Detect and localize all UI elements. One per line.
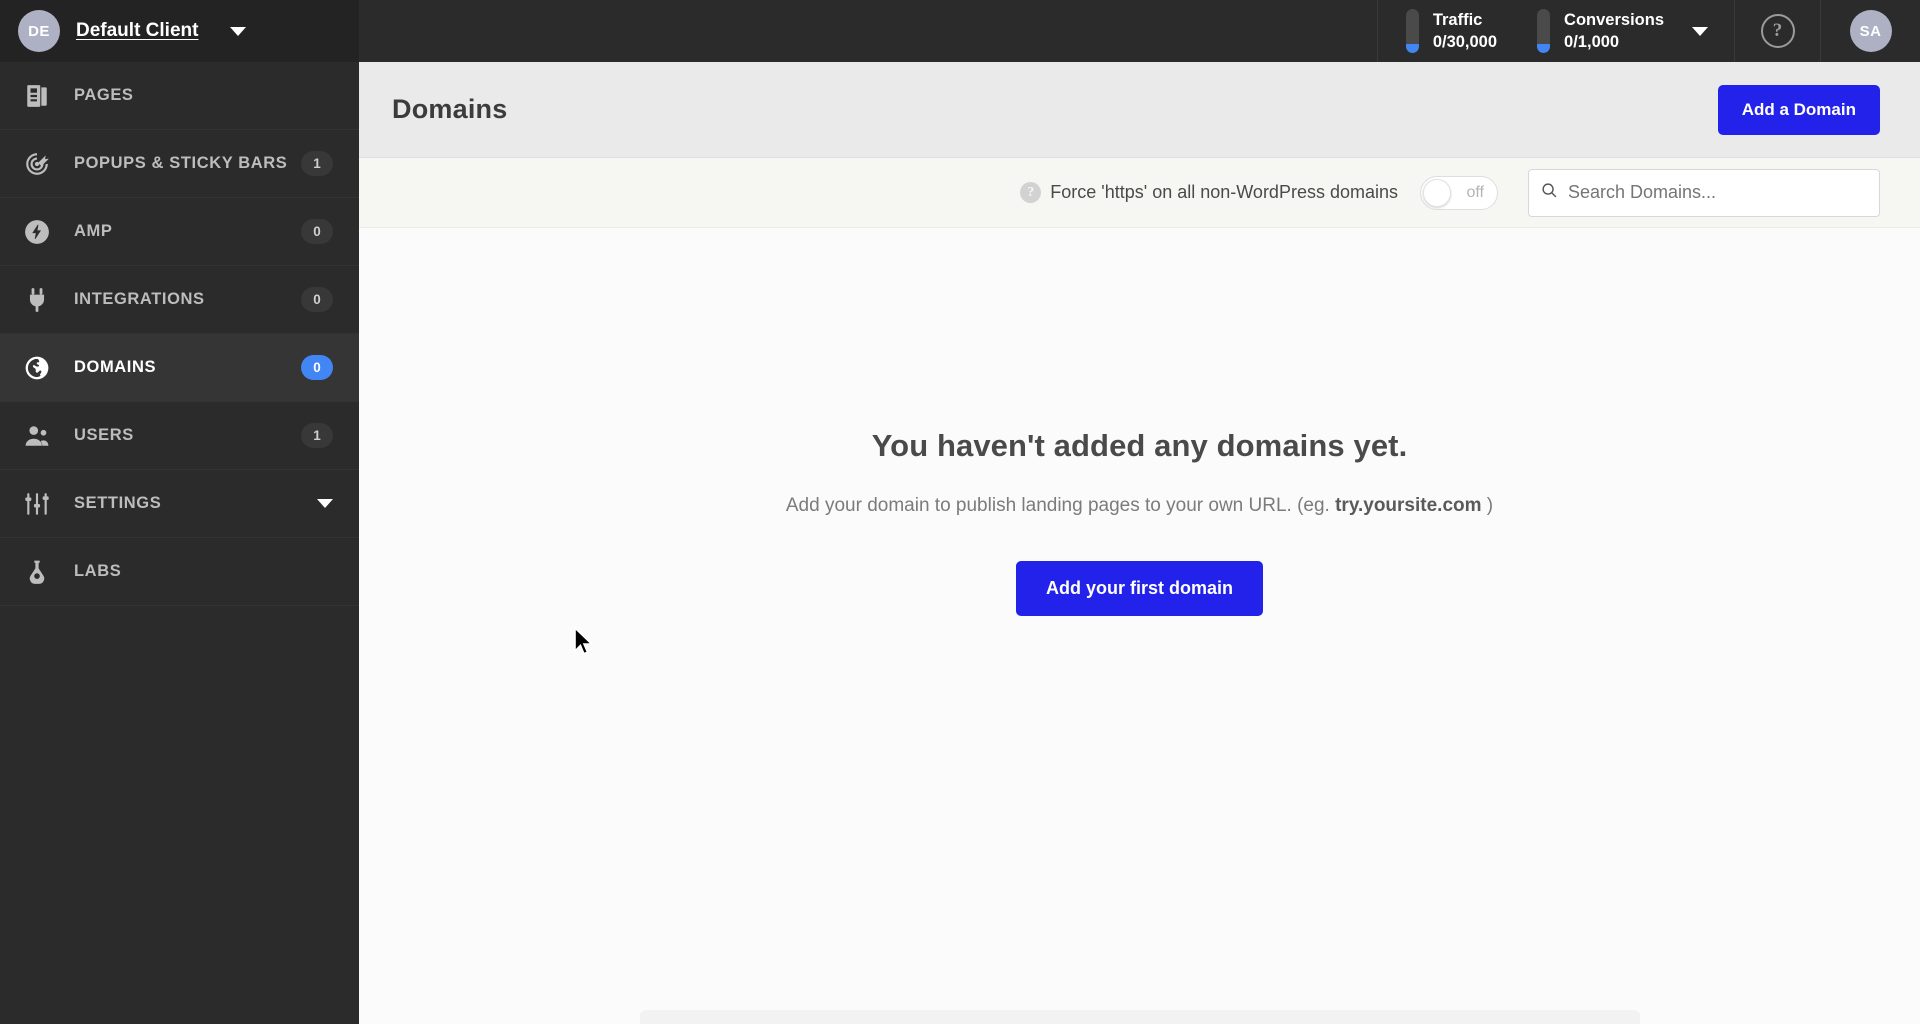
sidebar-item-badge: 0 bbox=[301, 355, 333, 380]
domains-empty-state: You haven't added any domains yet. Add y… bbox=[359, 228, 1920, 1024]
sidebar-item-label: INTEGRATIONS bbox=[74, 290, 205, 308]
traffic-meter[interactable]: Traffic 0/30,000 bbox=[1388, 9, 1519, 53]
sidebar-item-badge: 1 bbox=[301, 423, 333, 448]
help-icon: ? bbox=[1760, 14, 1795, 48]
empty-state-title: You haven't added any domains yet. bbox=[871, 428, 1408, 463]
sidebar-item-settings[interactable]: SETTINGS bbox=[0, 470, 359, 538]
bottom-panel-edge bbox=[639, 1010, 1640, 1024]
client-switcher[interactable]: DE Default Client bbox=[0, 0, 359, 62]
domains-toolbar: ? Force 'https' on all non-WordPress dom… bbox=[359, 158, 1920, 228]
search-icon bbox=[1541, 182, 1558, 204]
conversions-value: 0/1,000 bbox=[1564, 32, 1620, 51]
page-header: Domains Add a Domain bbox=[359, 62, 1920, 158]
sidebar-item-label: LABS bbox=[74, 562, 122, 580]
sidebar-item-pages[interactable]: PAGES bbox=[0, 62, 359, 130]
conversions-meter[interactable]: Conversions 0/1,000 bbox=[1519, 9, 1686, 53]
add-first-domain-button[interactable]: Add your first domain bbox=[1015, 561, 1263, 616]
client-name[interactable]: Default Client bbox=[76, 20, 198, 42]
search-domains-box[interactable] bbox=[1528, 168, 1880, 217]
add-domain-button[interactable]: Add a Domain bbox=[1717, 84, 1880, 135]
sidebar-item-users[interactable]: USERS 1 bbox=[0, 402, 359, 470]
app-root: DE Default Client PAGES POPUPS & STICKY … bbox=[0, 0, 1920, 1024]
help-circle-icon[interactable]: ? bbox=[1020, 182, 1042, 203]
sidebar-item-label: SETTINGS bbox=[74, 494, 162, 512]
sidebar-item-label: POPUPS & STICKY BARS bbox=[74, 154, 288, 172]
empty-subtitle-before: Add your domain to publish landing pages… bbox=[785, 495, 1336, 516]
sidebar-item-badge: 0 bbox=[301, 219, 333, 244]
sidebar-item-domains[interactable]: DOMAINS 0 bbox=[0, 334, 359, 402]
sidebar: DE Default Client PAGES POPUPS & STICKY … bbox=[0, 0, 359, 1024]
empty-subtitle-after: ) bbox=[1481, 495, 1494, 516]
target-icon bbox=[22, 149, 52, 179]
avatar: SA bbox=[1849, 10, 1892, 52]
sidebar-item-label: DOMAINS bbox=[74, 358, 157, 376]
users-icon bbox=[22, 421, 52, 451]
force-https-setting: ? Force 'https' on all non-WordPress dom… bbox=[1020, 175, 1498, 210]
conversions-label: Conversions bbox=[1564, 10, 1664, 29]
sidebar-item-badge: 1 bbox=[301, 151, 333, 176]
toggle-state-label: off bbox=[1466, 183, 1485, 201]
usage-meters[interactable]: Traffic 0/30,000 Conversions 0/1,000 bbox=[1376, 0, 1734, 62]
page-title: Domains bbox=[392, 94, 508, 124]
sidebar-item-integrations[interactable]: INTEGRATIONS 0 bbox=[0, 266, 359, 334]
sidebar-nav: PAGES POPUPS & STICKY BARS 1 AMP 0 INTEG… bbox=[0, 62, 359, 606]
chevron-down-icon[interactable] bbox=[230, 26, 247, 36]
toggle-knob bbox=[1423, 178, 1451, 207]
search-input[interactable] bbox=[1568, 182, 1867, 203]
account-menu[interactable]: SA bbox=[1820, 0, 1920, 62]
help-button[interactable]: ? bbox=[1734, 0, 1820, 62]
sidebar-item-amp[interactable]: AMP 0 bbox=[0, 198, 359, 266]
globe-icon bbox=[22, 353, 52, 383]
empty-state-subtitle: Add your domain to publish landing pages… bbox=[786, 495, 1493, 517]
bolt-icon bbox=[22, 217, 52, 247]
conversions-gauge-icon bbox=[1537, 9, 1551, 53]
flask-icon bbox=[22, 557, 52, 587]
pages-icon bbox=[22, 81, 52, 111]
traffic-label: Traffic bbox=[1432, 10, 1483, 29]
sidebar-item-labs[interactable]: LABS bbox=[0, 538, 359, 606]
plug-icon bbox=[22, 285, 52, 315]
chevron-down-icon[interactable] bbox=[1692, 26, 1708, 36]
client-avatar: DE bbox=[18, 10, 60, 52]
sidebar-item-label: PAGES bbox=[74, 86, 134, 104]
force-https-label: Force 'https' on all non-WordPress domai… bbox=[1050, 182, 1398, 202]
traffic-value: 0/30,000 bbox=[1432, 32, 1498, 51]
force-https-toggle[interactable]: off bbox=[1420, 175, 1498, 210]
sidebar-item-badge: 0 bbox=[301, 287, 333, 312]
top-bar: Traffic 0/30,000 Conversions 0/1,000 ? S bbox=[359, 0, 1920, 62]
sidebar-item-label: USERS bbox=[74, 426, 134, 444]
sidebar-item-popups-sticky-bars[interactable]: POPUPS & STICKY BARS 1 bbox=[0, 130, 359, 198]
sidebar-item-label: AMP bbox=[74, 222, 113, 240]
main-region: Traffic 0/30,000 Conversions 0/1,000 ? S bbox=[359, 0, 1920, 1024]
sliders-icon bbox=[22, 489, 52, 519]
chevron-down-icon[interactable] bbox=[317, 499, 333, 508]
example-domain: try.yoursite.com bbox=[1335, 495, 1482, 516]
traffic-gauge-icon bbox=[1405, 9, 1419, 53]
